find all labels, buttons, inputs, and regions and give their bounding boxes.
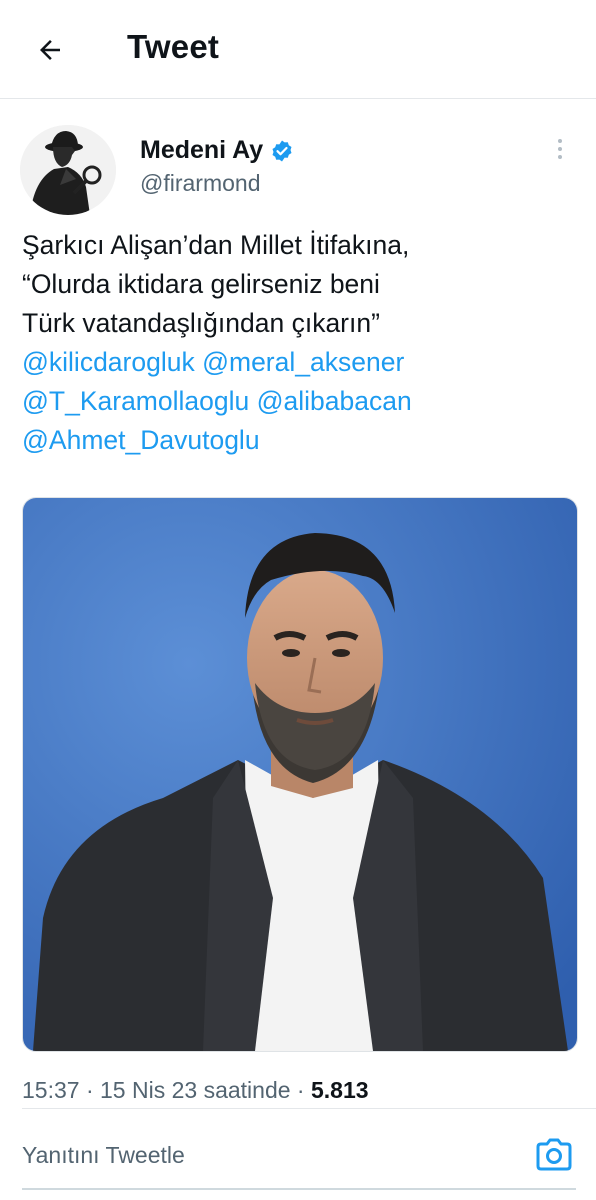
mention-link[interactable]: @T_Karamollaoglu (22, 386, 249, 416)
tweet-date: 15 Nis 23 saatinde (100, 1077, 291, 1103)
mention-link[interactable]: @meral_aksener (202, 347, 404, 377)
author-name[interactable]: Medeni Ay (140, 136, 263, 165)
tweet-text: Şarkıcı Alişan’dan Millet İtifakına, “Ol… (22, 226, 577, 460)
author-avatar[interactable] (20, 125, 116, 215)
view-count[interactable]: 5.813 (311, 1077, 369, 1103)
verified-badge-icon (270, 139, 294, 163)
tweet-text-line: Şarkıcı Alişan’dan Millet İtifakına, (22, 230, 410, 260)
camera-button[interactable] (534, 1136, 574, 1174)
composer-underline (22, 1188, 576, 1190)
page-title: Tweet (127, 28, 220, 65)
tweet-meta: 15:37 · 15 Nis 23 saatinde · 5.813 (22, 1077, 369, 1104)
reply-input[interactable]: Yanıtını Tweetle (22, 1142, 185, 1169)
more-dots-icon (558, 139, 562, 143)
more-dot (558, 155, 562, 159)
more-options-button[interactable] (548, 134, 572, 164)
tweet-text-line: “Olurda iktidara gelirseniz beni (22, 269, 380, 299)
tweet-photo[interactable] (22, 497, 578, 1052)
meta-separator: · (79, 1077, 101, 1103)
top-bar: Tweet (0, 0, 596, 99)
tweet-text-line: Türk vatandaşlığından çıkarın” (22, 308, 380, 338)
meta-separator: · (290, 1077, 311, 1103)
mention-link[interactable]: @Ahmet_Davutoglu (22, 425, 260, 455)
mention-line: @T_Karamollaoglu @alibabacan (22, 382, 577, 421)
camera-icon (536, 1138, 572, 1171)
author-name-row: Medeni Ay (140, 136, 294, 165)
author-handle[interactable]: @firarmond (140, 170, 261, 197)
mention-line: @kilicdarogluk @meral_aksener (22, 343, 577, 382)
mention-link[interactable]: @kilicdarogluk (22, 347, 195, 377)
mention-link[interactable]: @alibabacan (257, 386, 412, 416)
divider (22, 1108, 596, 1109)
arrow-left-icon (40, 40, 60, 60)
more-dot (558, 147, 562, 151)
mention-line: @Ahmet_Davutoglu (22, 421, 577, 460)
tweet-time: 15:37 (22, 1077, 80, 1103)
back-button[interactable] (30, 30, 70, 70)
